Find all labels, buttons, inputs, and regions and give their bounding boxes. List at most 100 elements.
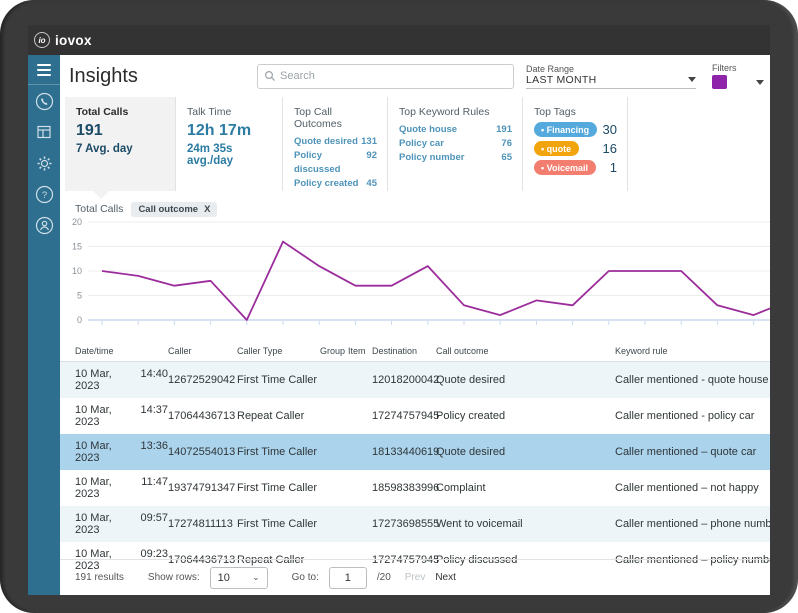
date-range-value: LAST MONTH	[526, 74, 596, 86]
chevron-down-icon	[688, 77, 696, 82]
column-header: Caller Type	[237, 346, 320, 356]
table-row[interactable]: 10 Mar, 202314:3717064436713Repeat Calle…	[60, 398, 770, 434]
svg-text:0: 0	[77, 315, 82, 325]
search-box[interactable]	[257, 64, 514, 89]
total-calls-line	[102, 242, 770, 320]
table-footer: 191 results Show rows: 10 ⌄ Go to: /20 P…	[60, 559, 770, 595]
chevron-down-icon: ⌄	[252, 572, 260, 583]
stat-label: Top Tags	[534, 106, 617, 118]
svg-text:20: 20	[72, 217, 82, 227]
next-page-button[interactable]: Next	[435, 572, 456, 583]
column-header: Date/time	[75, 346, 168, 356]
results-count: 191 results	[75, 572, 124, 583]
prev-page-button[interactable]: Prev	[405, 572, 426, 583]
tag-pill[interactable]: • quote	[534, 141, 579, 156]
sidebar-item-settings[interactable]	[28, 148, 60, 178]
show-rows-label: Show rows:	[148, 572, 200, 583]
table-row[interactable]: 10 Mar, 202311:4719374791347First Time C…	[60, 470, 770, 506]
sidebar-item-account[interactable]	[28, 210, 60, 240]
stat-label: Total Calls	[76, 106, 165, 118]
column-header: Keyword rule	[615, 346, 770, 356]
tag-row: • quote 16	[534, 141, 617, 156]
stat-label: Top Keyword Rules	[399, 106, 512, 118]
top-keyword-rules-list: Quote house191Policy car76Policy number6…	[399, 123, 512, 165]
top-tags-list: • Financing 30 • quote 16 • Voicemail 1	[534, 122, 617, 175]
stat-card-talk-time[interactable]: Talk Time 12h 17m 24m 35s avg./day	[176, 97, 283, 191]
date-range-select[interactable]: Date Range LAST MONTH	[526, 64, 696, 89]
stat-label: Talk Time	[187, 106, 272, 118]
stat-card-top-call-outcomes[interactable]: Top Call Outcomes Quote desired131Policy…	[283, 97, 388, 191]
table-header: Date/timeCallerCaller TypeGroupItemDesti…	[60, 338, 770, 362]
column-header: Group	[320, 346, 348, 356]
svg-text:10: 10	[72, 266, 82, 276]
table-row[interactable]: 10 Mar, 202313:3614072554013First Time C…	[60, 434, 770, 470]
tag-count: 1	[610, 160, 617, 175]
column-header: Call outcome	[436, 346, 615, 356]
chart-legend-row: Total Calls Call outcome X	[60, 201, 770, 217]
tag-row: • Financing 30	[534, 122, 617, 137]
sidebar-item-help[interactable]: ?	[28, 179, 60, 209]
table-row[interactable]: 10 Mar, 202314:4012672529042First Time C…	[60, 362, 770, 398]
stat-list-item: Policy discussed92	[294, 149, 377, 177]
chart-series-label: Total Calls	[75, 203, 123, 215]
menu-icon[interactable]	[28, 55, 60, 85]
filters-select[interactable]: Filters	[712, 63, 764, 89]
svg-text:?: ?	[41, 190, 46, 201]
stat-list-item: Policy created45	[294, 177, 377, 191]
sidebar-item-calls[interactable]	[28, 86, 60, 116]
stat-card-top-keyword-rules[interactable]: Top Keyword Rules Quote house191Policy c…	[388, 97, 523, 191]
table-row[interactable]: 10 Mar, 202309:5717274811113First Time C…	[60, 506, 770, 542]
stat-sub: 24m 35s avg./day	[187, 143, 272, 167]
sidebar-nav: ?	[28, 55, 60, 595]
tag-row: • Voicemail 1	[534, 160, 617, 175]
column-header: Destination	[372, 346, 436, 356]
iovox-logo[interactable]: io iovox	[34, 32, 92, 48]
tag-count: 16	[603, 141, 617, 156]
stat-list-item: Quote house191	[399, 123, 512, 137]
page-total: /20	[377, 572, 391, 583]
stat-list-item: Quote desired131	[294, 135, 377, 149]
goto-label: Go to:	[292, 572, 319, 583]
date-range-label: Date Range	[526, 64, 696, 74]
goto-page-input[interactable]	[329, 567, 367, 589]
phone-icon	[35, 92, 54, 111]
page-header: Insights Date Range LAST MONTH	[60, 55, 770, 97]
stat-value: 191	[76, 122, 165, 140]
chart-filter-chip[interactable]: Call outcome X	[131, 202, 217, 217]
tag-pill[interactable]: • Financing	[534, 122, 597, 137]
stat-list-item: Policy number65	[399, 151, 512, 165]
top-navbar: io iovox	[28, 25, 770, 55]
page-title: Insights	[69, 65, 138, 88]
top-call-outcomes-list: Quote desired131Policy discussed92Policy…	[294, 135, 377, 191]
svg-text:5: 5	[77, 291, 82, 301]
tag-count: 30	[603, 122, 617, 137]
total-calls-chart: 20151050	[60, 217, 770, 338]
filters-label: Filters	[712, 63, 764, 73]
tag-pill[interactable]: • Voicemail	[534, 160, 596, 175]
filter-color-swatch	[712, 75, 727, 89]
help-icon: ?	[35, 185, 54, 204]
chevron-down-icon	[756, 80, 764, 85]
sidebar-item-dashboard[interactable]	[28, 117, 60, 147]
gear-icon	[35, 154, 54, 173]
rows-per-page-value: 10	[218, 572, 230, 584]
iovox-logo-icon: io	[34, 32, 50, 48]
stat-sub: 7 Avg. day	[76, 143, 165, 155]
column-header: Caller	[168, 346, 237, 356]
column-header: Item	[348, 346, 372, 356]
stat-card-top-tags[interactable]: Top Tags • Financing 30 • quote 16 • Voicema…	[523, 97, 628, 191]
rows-per-page-select[interactable]: 10 ⌄	[210, 567, 268, 589]
stat-label: Top Call Outcomes	[294, 106, 377, 130]
close-icon[interactable]: X	[204, 204, 210, 215]
iovox-logo-text: iovox	[55, 33, 92, 48]
stat-list-item: Policy car76	[399, 137, 512, 151]
total-calls-line-chart: 20151050	[60, 217, 770, 333]
search-input[interactable]	[280, 70, 507, 82]
tablet-frame: io iovox	[0, 0, 798, 613]
stats-row: Total Calls 191 7 Avg. day Talk Time 12h…	[60, 97, 770, 191]
app-screen: io iovox	[28, 25, 770, 595]
search-icon	[264, 70, 276, 82]
stat-card-total-calls[interactable]: Total Calls 191 7 Avg. day	[65, 97, 176, 191]
account-icon	[35, 216, 54, 235]
calls-table: 10 Mar, 202314:4012672529042First Time C…	[60, 362, 770, 559]
